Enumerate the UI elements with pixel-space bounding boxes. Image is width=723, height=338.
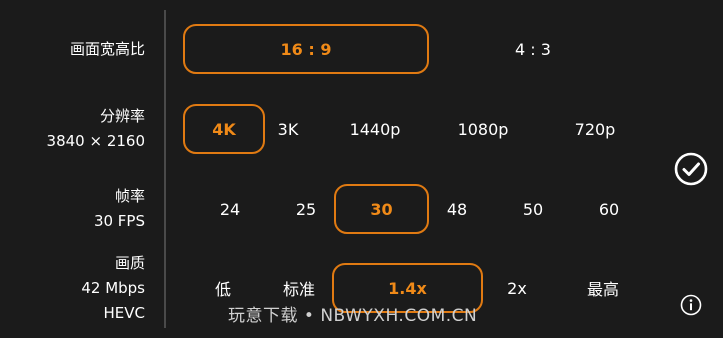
resolution-option-4k[interactable]: 4K [183, 104, 265, 154]
aspect-ratio-title: 画面宽高比 [69, 40, 145, 58]
frame-rate-option-48[interactable]: 48 [432, 184, 482, 234]
check-circle-icon [674, 152, 708, 186]
frame-rate-title: 帧率 [114, 187, 145, 205]
resolution-value: 3840 × 2160 [46, 132, 145, 150]
resolution-option-1080p[interactable]: 1080p [444, 104, 522, 154]
quality-label: 画质 42 Mbps HEVC [81, 251, 145, 326]
resolution-option-720p[interactable]: 720p [560, 104, 630, 154]
info-button[interactable] [680, 294, 702, 316]
info-circle-icon [680, 294, 702, 316]
frame-rate-option-30[interactable]: 30 [334, 184, 429, 234]
quality-title: 画质 [114, 254, 145, 272]
vertical-divider [164, 10, 166, 328]
frame-rate-option-50[interactable]: 50 [508, 184, 558, 234]
aspect-ratio-label: 画面宽高比 [70, 37, 145, 62]
resolution-option-3k[interactable]: 3K [262, 104, 314, 154]
quality-bitrate: 42 Mbps [81, 279, 145, 297]
frame-rate-option-60[interactable]: 60 [584, 184, 634, 234]
resolution-title: 分辨率 [99, 107, 145, 125]
quality-option-highest[interactable]: 最高 [574, 263, 632, 313]
quality-codec: HEVC [103, 304, 146, 322]
aspect-option-16-9[interactable]: 16 : 9 [183, 24, 429, 74]
resolution-option-1440p[interactable]: 1440p [336, 104, 414, 154]
frame-rate-option-25[interactable]: 25 [281, 184, 331, 234]
quality-option-2x[interactable]: 2x [494, 263, 540, 313]
watermark-text: 玩意下载 • NBWYXH.COM.CN [228, 306, 478, 326]
resolution-label: 分辨率 3840 × 2160 [47, 104, 145, 154]
aspect-option-4-3[interactable]: 4 : 3 [483, 24, 583, 74]
frame-rate-label: 帧率 30 FPS [94, 184, 145, 234]
frame-rate-value: 30 FPS [93, 212, 145, 230]
confirm-button[interactable] [674, 152, 708, 186]
frame-rate-option-24[interactable]: 24 [205, 184, 255, 234]
